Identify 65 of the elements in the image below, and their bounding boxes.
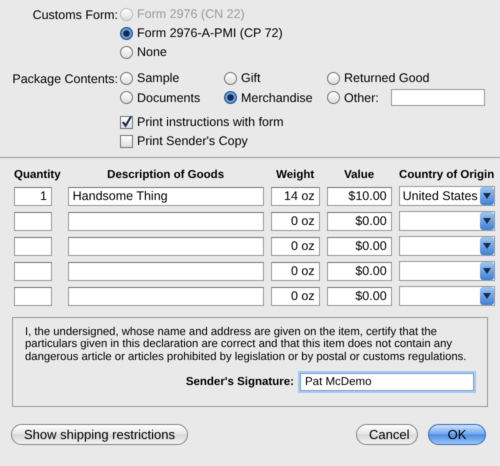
radio-button[interactable] [120,72,133,84]
signature-label: Sender's Signature: [186,376,294,388]
radio-label: Returned Good [344,71,430,85]
quantity-field[interactable] [14,212,52,230]
value-field[interactable]: $10.00 [326,186,392,206]
quantity-field[interactable] [14,286,52,306]
value-field[interactable]: $0.00 [326,286,392,306]
description-field[interactable] [68,262,264,280]
declaration-text: I, the undersigned, whose name and address are given on the item, certify that the particulars given in this declaration are correct and that this item does not contain any dangerous article or articles prohibited by legislation or by postal or customs regulations. [25,326,468,364]
checkbox-label: Print Sender's Copy [137,134,248,148]
quantity-field[interactable] [14,262,52,280]
package-contents-label: Package Contents: [11,71,118,88]
radio-label: Documents [137,90,200,104]
column-header: Country of Origin [398,169,495,181]
dialog-button[interactable]: Cancel [356,424,418,445]
caret-icon [482,193,491,199]
radio-label: None [137,45,167,59]
radio-button[interactable] [120,91,133,104]
description-field[interactable] [68,236,264,256]
radio-button[interactable] [224,91,237,104]
radio-label: Other: [344,90,379,104]
country-dropdown[interactable] [398,236,495,256]
customs-form-label: Customs Form: [32,7,118,24]
signature-field[interactable]: Pat McDemo [300,373,474,392]
radio-button[interactable] [120,26,133,40]
country-dropdown[interactable] [398,286,495,306]
radio-label: Form 2976 (CN 22) [137,7,245,21]
checkbox[interactable] [120,116,133,128]
radio-button[interactable] [327,72,340,84]
checkbox-label: Print instructions with form [137,115,284,129]
column-header: Value [343,169,376,181]
radio-button[interactable] [120,46,133,58]
column-header: Weight [275,169,316,181]
description-field[interactable]: Handsome Thing [68,186,264,206]
weight-field[interactable]: 14 oz [270,186,320,206]
caret-icon [482,268,491,274]
country-dropdown[interactable]: United States [398,186,495,206]
description-field[interactable] [68,286,264,306]
country-dropdown[interactable] [398,211,495,231]
checkbox[interactable] [120,134,133,148]
quantity-field[interactable]: 1 [14,186,52,206]
weight-field[interactable]: 0 oz [270,262,320,280]
radio-button[interactable] [224,72,237,84]
description-field[interactable] [68,212,264,230]
quantity-field[interactable] [14,236,52,256]
dialog-button[interactable]: OK [428,424,486,445]
other-input-field[interactable] [391,89,485,106]
caret-icon [482,243,491,249]
dialog-button[interactable]: Show shipping restrictions [11,424,188,445]
column-header: Description of Goods [106,169,226,181]
radio-label: Sample [137,71,180,85]
country-dropdown[interactable] [398,261,495,281]
caret-icon [482,218,491,224]
weight-field[interactable]: 0 oz [270,212,320,230]
radio-button[interactable] [327,91,340,104]
caret-icon [482,293,491,299]
value-field[interactable]: $0.00 [326,236,392,256]
radio-label: Form 2976-A-PMI (CP 72) [137,26,283,40]
value-field[interactable]: $0.00 [326,212,392,230]
value-field[interactable]: $0.00 [326,262,392,280]
weight-field[interactable]: 0 oz [270,236,320,256]
radio-label: Merchandise [241,90,313,104]
column-header: Quantity [14,169,61,181]
radio-label: Gift [241,71,260,85]
weight-field[interactable]: 0 oz [270,286,320,306]
